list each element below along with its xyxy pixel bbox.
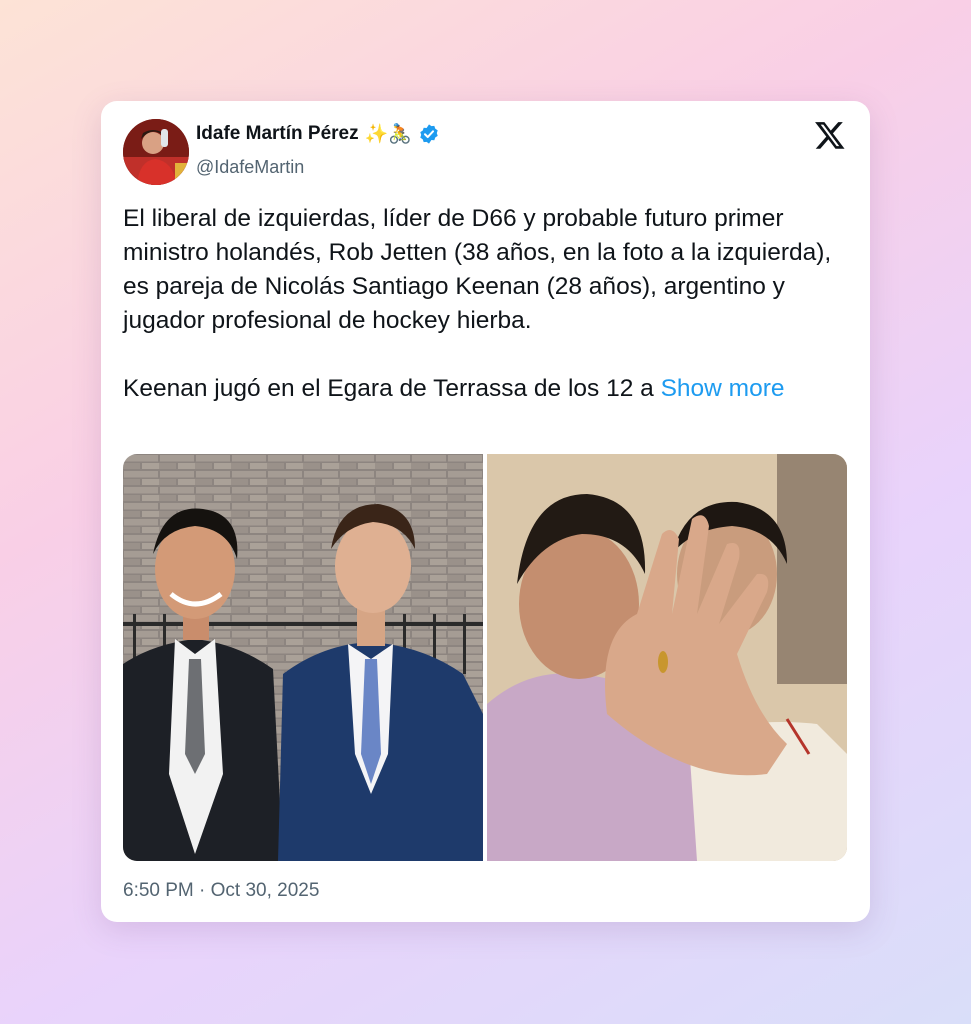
photo-right[interactable] bbox=[487, 454, 847, 861]
tweet-media bbox=[123, 454, 847, 861]
tweet-text-main: El liberal de izquierdas, líder de D66 y… bbox=[123, 205, 832, 402]
tweet-timestamp[interactable]: 6:50 PM · Oct 30, 2025 bbox=[123, 880, 319, 902]
tweet-text: El liberal de izquierdas, líder de D66 y… bbox=[123, 202, 838, 406]
tweet-card: Idafe Martín Pérez ✨🚴 @IdafeMartin El li… bbox=[101, 101, 870, 922]
author-name-emojis: ✨🚴 bbox=[364, 123, 412, 145]
avatar[interactable] bbox=[123, 119, 189, 185]
x-logo-icon[interactable] bbox=[814, 119, 846, 151]
author-name[interactable]: Idafe Martín Pérez bbox=[196, 123, 359, 145]
photo-left[interactable] bbox=[123, 454, 483, 861]
show-more-link[interactable]: Show more bbox=[661, 375, 785, 402]
author-name-row[interactable]: Idafe Martín Pérez ✨🚴 bbox=[196, 123, 440, 145]
verified-badge-icon bbox=[418, 123, 440, 145]
author-handle[interactable]: @IdafeMartin bbox=[196, 157, 304, 178]
